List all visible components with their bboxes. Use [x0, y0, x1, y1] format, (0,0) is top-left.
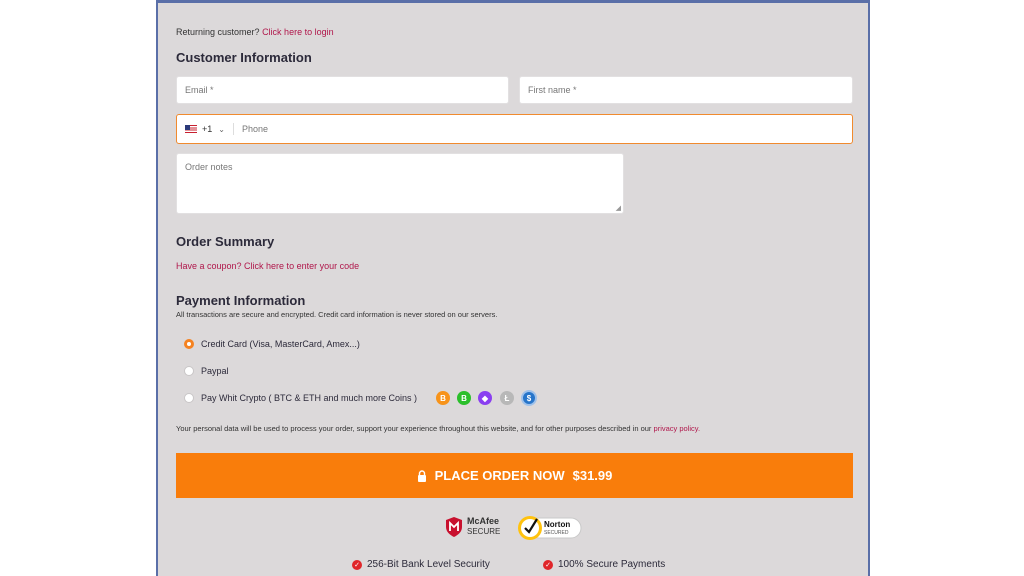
coupon-link[interactable]: Have a coupon? Click here to enter your … — [176, 261, 359, 271]
check-icon: ✓ — [352, 560, 362, 570]
check-icon: ✓ — [543, 560, 553, 570]
order-summary-title: Order Summary — [176, 234, 275, 249]
us-flag-icon[interactable] — [185, 125, 197, 133]
phone-divider — [232, 123, 234, 135]
crypto-label[interactable]: Pay Whit Crypto ( BTC & ETH and much mor… — [201, 393, 417, 403]
first-name-field[interactable]: First name * — [519, 76, 853, 104]
security-item-secure-payments: 100% Secure Payments — [558, 559, 666, 570]
privacy-policy-link[interactable]: privacy policy. — [654, 424, 701, 433]
email-placeholder: Email * — [185, 85, 214, 95]
credit-card-radio[interactable] — [184, 339, 194, 349]
mcafee-title: McAfee — [467, 516, 500, 526]
mcafee-badge: McAfee SECURE — [445, 514, 513, 540]
credit-card-label[interactable]: Credit Card (Visa, MasterCard, Amex...) — [201, 339, 360, 349]
mcafee-subtitle: SECURE — [467, 527, 501, 536]
phone-field[interactable]: +1 ⌄ Phone — [176, 114, 853, 144]
returning-customer-row: Returning customer? Click here to login — [176, 27, 334, 37]
customer-info-title: Customer Information — [176, 50, 312, 65]
resize-handle-icon[interactable]: ◢ — [616, 204, 621, 212]
place-order-button[interactable]: PLACE ORDER NOW $31.99 — [176, 453, 853, 498]
security-item-bank-level: 256-Bit Bank Level Security — [367, 559, 490, 570]
norton-title: Norton — [544, 520, 571, 529]
norton-badge: Norton SECURED — [517, 514, 585, 542]
privacy-text: Your personal data will be used to proce… — [176, 424, 652, 433]
mcafee-shield-icon — [446, 517, 462, 537]
order-notes-placeholder: Order notes — [185, 162, 233, 172]
litecoin-icon: Ł — [500, 391, 514, 405]
place-order-label: PLACE ORDER NOW — [434, 468, 565, 483]
paypal-radio[interactable] — [184, 366, 194, 376]
bitcoin-cash-icon: B — [457, 391, 471, 405]
email-field[interactable]: Email * — [176, 76, 509, 104]
payment-info-title: Payment Information — [176, 293, 306, 308]
ethereum-icon: ◆ — [478, 391, 492, 405]
usdc-icon: $ — [521, 390, 537, 406]
checkout-panel: Returning customer? Click here to login … — [156, 0, 870, 576]
crypto-radio[interactable] — [184, 393, 194, 403]
chevron-down-icon[interactable]: ⌄ — [218, 125, 225, 134]
order-notes-textarea[interactable]: Order notes ◢ — [176, 153, 624, 214]
order-price: $31.99 — [572, 468, 613, 483]
lock-icon — [417, 469, 426, 482]
payment-subtitle: All transactions are secure and encrypte… — [176, 310, 498, 319]
phone-country-code[interactable]: +1 — [202, 124, 212, 134]
first-name-placeholder: First name * — [528, 85, 577, 95]
bitcoin-icon: B — [436, 391, 450, 405]
paypal-label[interactable]: Paypal — [201, 366, 229, 376]
norton-subtitle: SECURED — [544, 530, 569, 536]
returning-customer-text: Returning customer? — [176, 27, 260, 37]
privacy-notice: Your personal data will be used to proce… — [176, 424, 700, 433]
login-link[interactable]: Click here to login — [262, 27, 334, 37]
phone-placeholder: Phone — [241, 124, 268, 134]
